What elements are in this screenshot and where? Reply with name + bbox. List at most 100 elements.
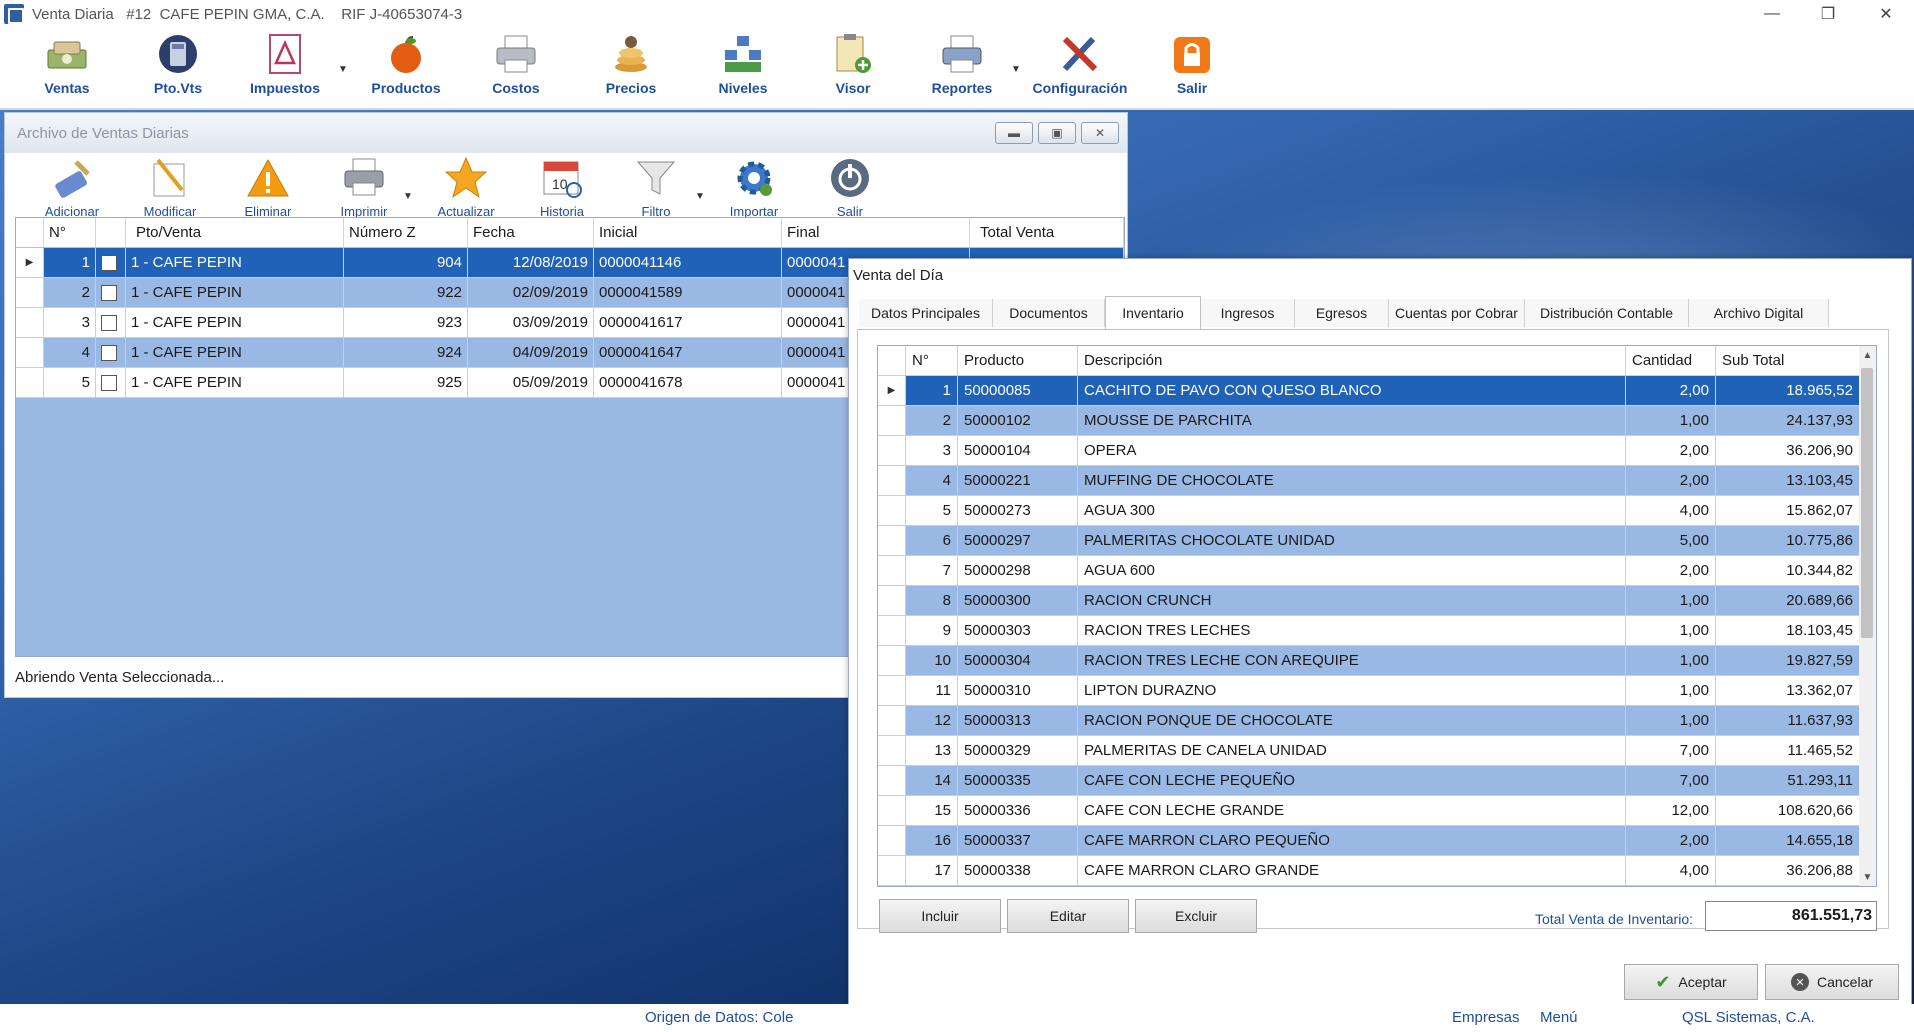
table-row[interactable]: 11 50000310 LIPTON DURAZNO 1,00 13.362,07 xyxy=(878,676,1860,706)
incluir-button[interactable]: Incluir xyxy=(879,899,1001,933)
table-row[interactable]: 3 50000104 OPERA 2,00 36.206,90 xyxy=(878,436,1860,466)
row-indicator xyxy=(878,736,906,766)
tab-distribucion-contable[interactable]: Distribución Contable xyxy=(1525,299,1689,327)
toolbar-impuestos-button[interactable]: Impuestos xyxy=(235,32,335,96)
toolbar-niveles-button[interactable]: Niveles xyxy=(693,32,793,96)
cell-check[interactable] xyxy=(96,278,126,308)
toolbar-ptovts-button[interactable]: Pto.Vts xyxy=(128,32,228,96)
col-fecha[interactable]: Fecha xyxy=(468,218,594,248)
table-row[interactable]: 14 50000335 CAFE CON LECHE PEQUEÑO 7,00 51.2… xyxy=(878,766,1860,796)
col-producto[interactable]: Producto xyxy=(958,346,1078,376)
toolbar-salir-button[interactable]: Salir xyxy=(1142,32,1242,96)
table-row[interactable]: 2 50000102 MOUSSE DE PARCHITA 1,00 24.137,93 xyxy=(878,406,1860,436)
col-cantidad[interactable]: Cantidad xyxy=(1626,346,1716,376)
cancelar-button[interactable]: ✕ Cancelar xyxy=(1765,964,1899,1000)
empresas-link[interactable]: Empresas xyxy=(1452,1009,1520,1026)
table-row[interactable]: 9 50000303 RACION TRES LECHES 1,00 18.103,45 xyxy=(878,616,1860,646)
cell-check[interactable] xyxy=(96,248,126,278)
modificar-button[interactable]: Modificar xyxy=(125,155,215,219)
cell-descripcion: RACION TRES LECHES xyxy=(1078,616,1626,646)
restore-button[interactable]: ❐ xyxy=(1800,0,1856,28)
row-checkbox[interactable] xyxy=(101,344,117,361)
filtro-button[interactable]: Filtro xyxy=(611,155,701,219)
toolbar-visor-button[interactable]: Visor xyxy=(803,32,903,96)
col-sub-total[interactable]: Sub Total xyxy=(1716,346,1860,376)
table-row[interactable]: 17 50000338 CAFE MARRON CLARO GRANDE 4,00 36… xyxy=(878,856,1860,886)
tab-archivo-digital[interactable]: Archivo Digital xyxy=(1689,299,1829,327)
col-pto-venta[interactable]: Pto/Venta xyxy=(126,218,344,248)
toolbar-reportes-button[interactable]: Reportes xyxy=(912,32,1012,96)
cell-descripcion: OPERA xyxy=(1078,436,1626,466)
cell-n: 1 xyxy=(44,248,96,278)
cell-n: 3 xyxy=(906,436,958,466)
col-total-venta[interactable]: Total Venta xyxy=(970,218,1124,248)
tab-cuentas-por-cobrar[interactable]: Cuentas por Cobrar xyxy=(1389,299,1525,327)
imprimir-dropdown-icon[interactable]: ▼ xyxy=(403,191,413,202)
scroll-thumb[interactable] xyxy=(1861,368,1873,638)
toolbar-configuracion-button[interactable]: Configuración xyxy=(1030,32,1130,96)
col-inicial[interactable]: Inicial xyxy=(594,218,782,248)
excluir-button[interactable]: Excluir xyxy=(1135,899,1257,933)
row-checkbox[interactable] xyxy=(101,284,117,301)
cell-cantidad: 2,00 xyxy=(1626,466,1716,496)
aceptar-button[interactable]: ✔ Aceptar xyxy=(1624,964,1758,1000)
archivo-minimize-button[interactable]: ▬ xyxy=(995,122,1033,144)
col-descripcion[interactable]: Descripción xyxy=(1078,346,1626,376)
row-checkbox[interactable] xyxy=(101,374,117,391)
toolbar-precios-button[interactable]: Precios xyxy=(581,32,681,96)
table-row[interactable]: 4 50000221 MUFFING DE CHOCOLATE 2,00 13.103,… xyxy=(878,466,1860,496)
power-icon xyxy=(827,155,873,201)
scroll-up-icon[interactable]: ▲ xyxy=(1859,346,1876,364)
cell-producto: 50000313 xyxy=(958,706,1078,736)
archivo-status-text: Abriendo Venta Seleccionada... xyxy=(15,669,225,686)
table-row[interactable]: 8 50000300 RACION CRUNCH 1,00 20.689,66 xyxy=(878,586,1860,616)
tab-documentos[interactable]: Documentos xyxy=(993,299,1105,327)
table-row[interactable]: 7 50000298 AGUA 600 2,00 10.344,82 xyxy=(878,556,1860,586)
minimize-button[interactable]: — xyxy=(1744,0,1800,28)
cell-check[interactable] xyxy=(96,308,126,338)
imprimir-button[interactable]: Imprimir xyxy=(319,155,409,219)
vertical-scrollbar[interactable]: ▲ ▼ xyxy=(1859,346,1876,886)
importar-button[interactable]: Importar xyxy=(709,155,799,219)
table-row[interactable]: 15 50000336 CAFE CON LECHE GRANDE 12,00 108.… xyxy=(878,796,1860,826)
historia-button[interactable]: 10 Historia xyxy=(517,155,607,219)
toolbar-productos-button[interactable]: Productos xyxy=(356,32,456,96)
col-numero-z[interactable]: Número Z xyxy=(344,218,468,248)
table-row[interactable]: 13 50000329 PALMERITAS DE CANELA UNIDAD 7,0… xyxy=(878,736,1860,766)
toolbar-ventas-button[interactable]: Ventas xyxy=(17,32,117,96)
table-row[interactable]: 12 50000313 RACION PONQUE DE CHOCOLATE 1,00… xyxy=(878,706,1860,736)
table-row[interactable]: 5 50000273 AGUA 300 4,00 15.862,07 xyxy=(878,496,1860,526)
archivo-salir-button[interactable]: Salir xyxy=(805,155,895,219)
eliminar-button[interactable]: Eliminar xyxy=(223,155,313,219)
table-row[interactable]: ▶ 1 50000085 CACHITO DE PAVO CON QUESO BLAN… xyxy=(878,376,1860,406)
cell-check[interactable] xyxy=(96,368,126,398)
table-row[interactable]: 10 50000304 RACION TRES LECHE CON AREQUIPE… xyxy=(878,646,1860,676)
tab-datos-principales[interactable]: Datos Principales xyxy=(859,299,993,327)
toolbar-costos-button[interactable]: Costos xyxy=(466,32,566,96)
tab-ingresos[interactable]: Ingresos xyxy=(1201,299,1295,327)
editar-button[interactable]: Editar xyxy=(1007,899,1129,933)
archivo-maximize-button[interactable]: ▣ xyxy=(1038,122,1076,144)
col-n[interactable]: N° xyxy=(906,346,958,376)
row-checkbox[interactable] xyxy=(101,314,117,331)
table-row[interactable]: 16 50000337 CAFE MARRON CLARO PEQUEÑO 2,00 1… xyxy=(878,826,1860,856)
cell-cantidad: 4,00 xyxy=(1626,496,1716,526)
cell-check[interactable] xyxy=(96,338,126,368)
tab-egresos[interactable]: Egresos xyxy=(1295,299,1389,327)
archivo-close-button[interactable]: ✕ xyxy=(1081,122,1119,144)
menu-link[interactable]: Menú xyxy=(1540,1009,1578,1026)
col-n[interactable]: N° xyxy=(44,218,96,248)
filtro-dropdown-icon[interactable]: ▼ xyxy=(695,191,705,202)
table-row[interactable]: 6 50000297 PALMERITAS CHOCOLATE UNIDAD 5,00… xyxy=(878,526,1860,556)
cell-producto: 50000297 xyxy=(958,526,1078,556)
impuestos-dropdown-icon[interactable]: ▼ xyxy=(338,64,348,75)
reportes-dropdown-icon[interactable]: ▼ xyxy=(1011,64,1021,75)
close-button[interactable]: ✕ xyxy=(1858,0,1914,28)
tab-inventario[interactable]: Inventario xyxy=(1105,296,1201,329)
actualizar-button[interactable]: Actualizar xyxy=(421,155,511,219)
cell-n: 16 xyxy=(906,826,958,856)
row-checkbox[interactable] xyxy=(101,254,117,271)
scroll-down-icon[interactable]: ▼ xyxy=(1859,868,1876,886)
adicionar-button[interactable]: Adicionar xyxy=(27,155,117,219)
col-final[interactable]: Final xyxy=(782,218,970,248)
